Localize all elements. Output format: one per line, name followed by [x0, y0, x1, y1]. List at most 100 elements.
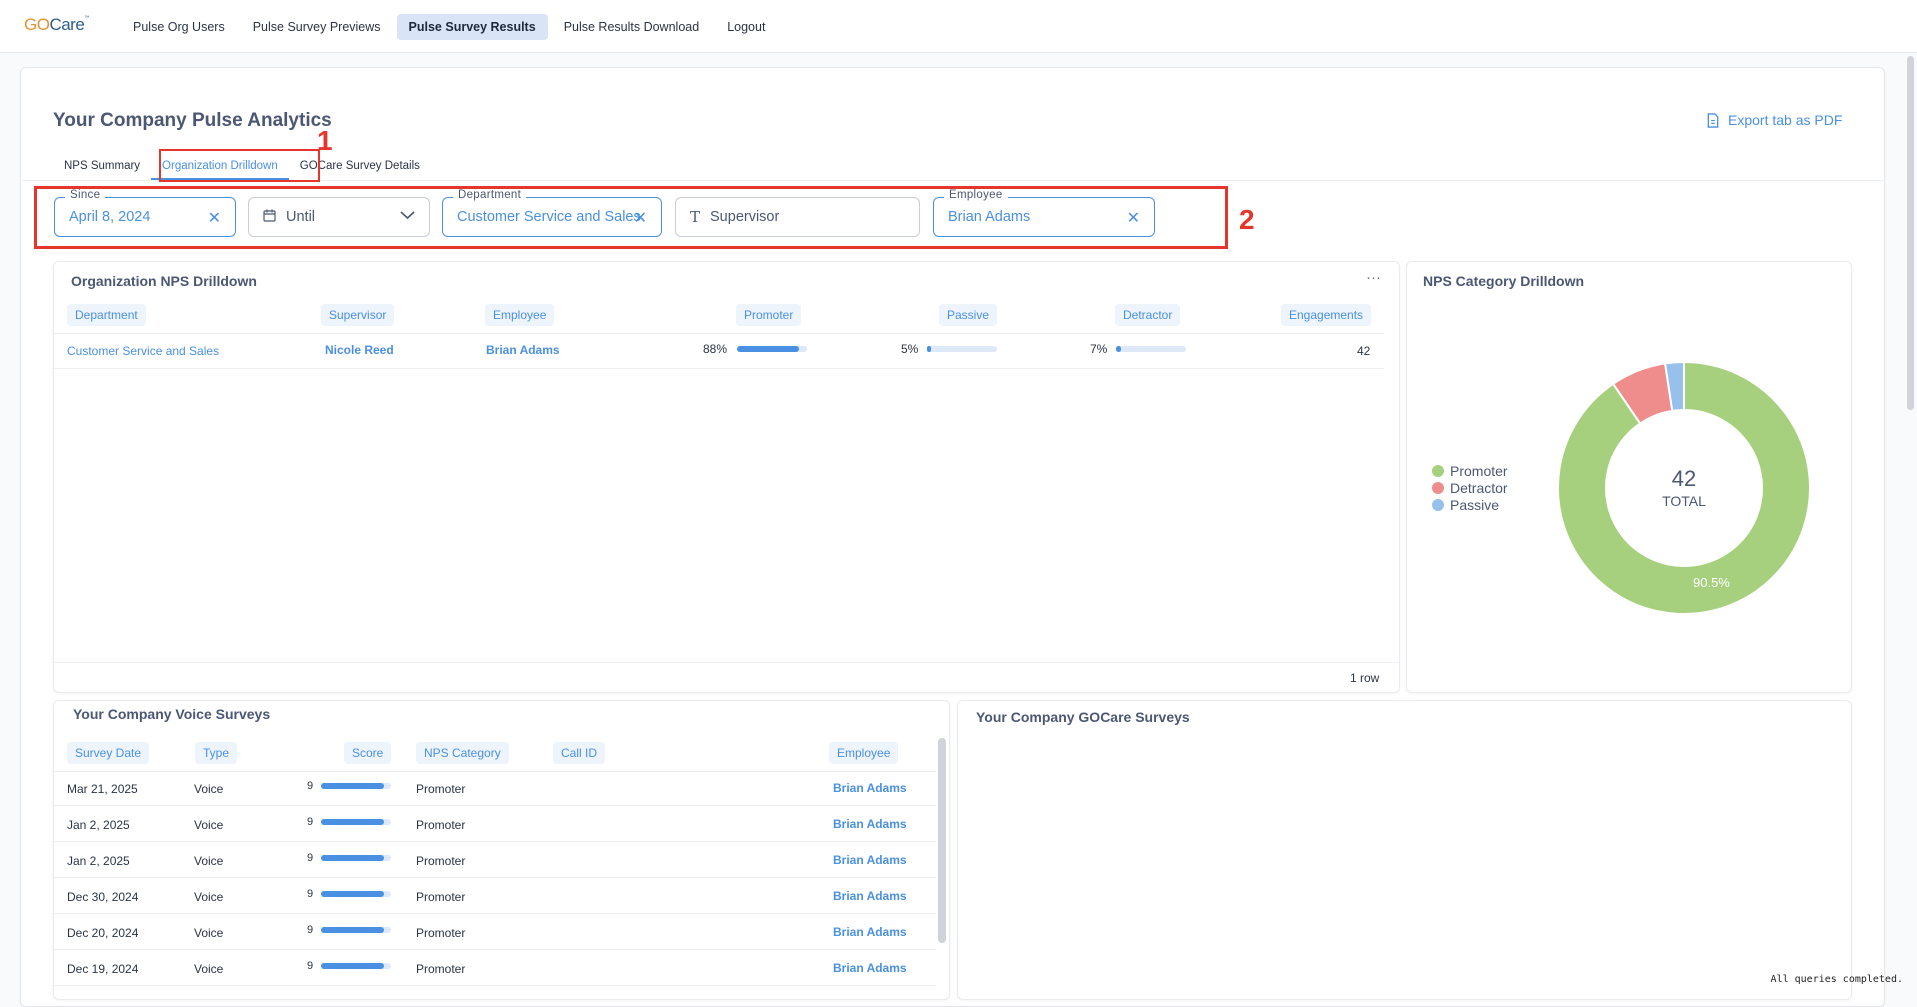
org-nps-drilldown-panel — [53, 261, 1400, 693]
voice-row-employee-link[interactable]: Brian Adams — [833, 961, 907, 975]
passive-bar — [927, 346, 997, 352]
col-employee[interactable]: Employee — [485, 304, 555, 326]
voice-header-divider — [54, 771, 936, 772]
nav-pulse-survey-results[interactable]: Pulse Survey Results — [396, 14, 548, 40]
col-engagements[interactable]: Engagements — [1281, 304, 1372, 326]
more-options-icon[interactable]: ··· — [1366, 269, 1381, 286]
voice-row-divider — [54, 949, 936, 950]
voice-row-divider — [54, 985, 936, 986]
voice-row-score: 9 — [307, 888, 314, 900]
supervisor-filter[interactable]: T Supervisor — [675, 197, 920, 237]
clear-department-icon[interactable]: ✕ — [634, 208, 647, 228]
col-score[interactable]: Score — [344, 742, 392, 764]
legend-detractor[interactable]: Detractor — [1432, 480, 1508, 496]
voice-row-category: Promoter — [416, 890, 466, 904]
legend-passive[interactable]: Passive — [1432, 497, 1499, 513]
annotation-box-1 — [159, 149, 320, 182]
voice-row-category: Promoter — [416, 962, 466, 976]
row-passive-value: 5% — [901, 342, 919, 356]
voice-row-score: 9 — [307, 852, 314, 864]
voice-row-score: 9 — [307, 924, 314, 936]
voice-row-score: 9 — [307, 960, 314, 972]
voice-row-employee-link[interactable]: Brian Adams — [833, 889, 907, 903]
voice-row-score-bar — [321, 783, 391, 789]
nav-pulse-survey-previews[interactable]: Pulse Survey Previews — [241, 14, 393, 40]
voice-row-employee-link[interactable]: Brian Adams — [833, 853, 907, 867]
gocare-logo[interactable]: GOCare™ — [24, 15, 89, 35]
voice-row-type: Voice — [194, 818, 224, 832]
tab-nps-summary[interactable]: NPS Summary — [53, 155, 151, 180]
gocare-surveys-panel — [957, 700, 1852, 1000]
export-pdf-label: Export tab as PDF — [1728, 112, 1843, 128]
page-title: Your Company Pulse Analytics — [53, 110, 332, 131]
col-detractor[interactable]: Detractor — [1115, 304, 1181, 326]
donut-total-label: TOTAL — [1662, 493, 1706, 509]
document-icon — [1707, 112, 1719, 128]
voice-row-score-bar — [321, 963, 391, 969]
voice-row-divider — [54, 805, 936, 806]
promoter-bar — [737, 346, 807, 352]
col-supervisor[interactable]: Supervisor — [321, 304, 395, 326]
col-call-id[interactable]: Call ID — [553, 742, 606, 764]
voice-row-score: 9 — [307, 816, 314, 828]
row-employee-link[interactable]: Brian Adams — [486, 343, 560, 357]
col-department[interactable]: Department — [67, 304, 146, 326]
voice-row-type: Voice — [194, 890, 224, 904]
voice-row-divider — [54, 913, 936, 914]
voice-row-date: Jan 2, 2025 — [67, 818, 130, 832]
voice-row-date: Mar 21, 2025 — [67, 782, 138, 796]
row-promoter-value: 88% — [703, 342, 728, 356]
employee-filter[interactable]: Employee Brian Adams ✕ — [933, 189, 1155, 237]
voice-row-divider — [54, 877, 936, 878]
row-detractor-value: 7% — [1090, 342, 1108, 356]
voice-row-date: Dec 30, 2024 — [67, 890, 139, 904]
export-pdf-button[interactable]: Export tab as PDF — [1706, 112, 1842, 128]
nav-pulse-org-users[interactable]: Pulse Org Users — [121, 14, 237, 40]
row-supervisor-link[interactable]: Nicole Reed — [325, 343, 394, 357]
col-passive[interactable]: Passive — [939, 304, 998, 326]
until-filter[interactable]: Until — [248, 197, 430, 237]
top-nav: GOCare™ Pulse Org Users Pulse Survey Pre… — [0, 0, 1917, 53]
since-value: April 8, 2024 — [69, 209, 151, 225]
col-voice-employee[interactable]: Employee — [829, 742, 899, 764]
voice-row-category: Promoter — [416, 854, 466, 868]
voice-row-date: Dec 20, 2024 — [67, 926, 139, 940]
employee-label: Employee — [944, 189, 1008, 201]
nav-links: Pulse Org Users Pulse Survey Previews Pu… — [121, 14, 781, 40]
header-divider — [54, 333, 1384, 334]
voice-row-category: Promoter — [416, 782, 466, 796]
col-survey-date[interactable]: Survey Date — [67, 742, 150, 764]
nav-pulse-results-download[interactable]: Pulse Results Download — [552, 14, 712, 40]
voice-surveys-title: Your Company Voice Surveys — [73, 706, 271, 722]
voice-row-score-bar — [321, 891, 391, 897]
text-type-icon: T — [690, 208, 701, 226]
legend-promoter[interactable]: Promoter — [1432, 463, 1508, 479]
voice-row-employee-link[interactable]: Brian Adams — [833, 781, 907, 795]
page-scrollbar[interactable] — [1907, 56, 1914, 410]
supervisor-placeholder: Supervisor — [710, 209, 780, 225]
since-filter[interactable]: Since April 8, 2024 ✕ — [54, 189, 236, 237]
voice-row-employee-link[interactable]: Brian Adams — [833, 817, 907, 831]
detractor-dot — [1432, 482, 1444, 494]
voice-row-employee-link[interactable]: Brian Adams — [833, 925, 907, 939]
nav-logout[interactable]: Logout — [715, 14, 777, 40]
org-nps-drilldown-title: Organization NPS Drilldown — [71, 273, 257, 289]
department-filter[interactable]: Department Customer Service and Sales ✕ — [442, 189, 662, 237]
col-promoter[interactable]: Promoter — [736, 304, 802, 326]
voice-scrollbar[interactable] — [938, 738, 946, 943]
voice-row-score-bar — [321, 927, 391, 933]
row-engagements-value: 42 — [1357, 344, 1371, 358]
voice-row-category: Promoter — [416, 926, 466, 940]
clear-since-icon[interactable]: ✕ — [208, 208, 221, 228]
until-placeholder: Until — [286, 209, 316, 225]
voice-row-date: Jan 2, 2025 — [67, 854, 130, 868]
voice-row-category: Promoter — [416, 818, 466, 832]
department-label: Department — [453, 189, 527, 201]
gocare-surveys-title: Your Company GOCare Surveys — [976, 709, 1190, 725]
col-type[interactable]: Type — [195, 742, 238, 764]
col-nps-category[interactable]: NPS Category — [416, 742, 509, 764]
voice-row-type: Voice — [194, 962, 224, 976]
clear-employee-icon[interactable]: ✕ — [1127, 208, 1140, 228]
row-department-link[interactable]: Customer Service and Sales — [67, 344, 219, 358]
voice-row-type: Voice — [194, 926, 224, 940]
